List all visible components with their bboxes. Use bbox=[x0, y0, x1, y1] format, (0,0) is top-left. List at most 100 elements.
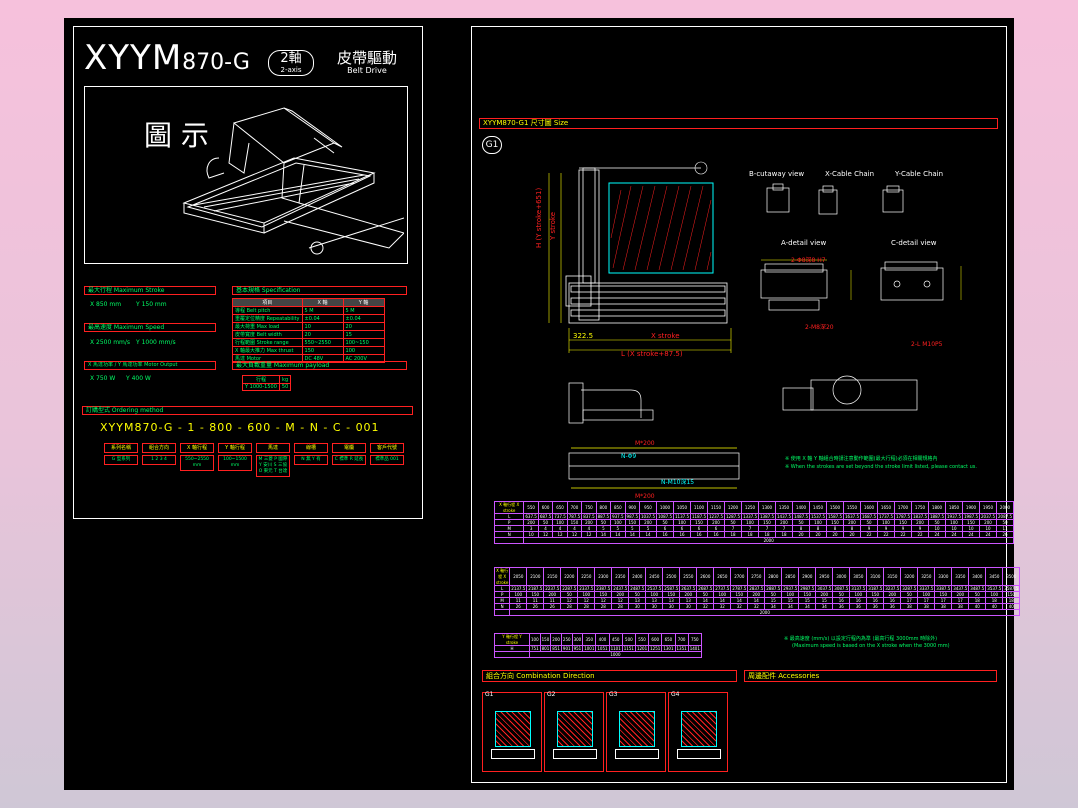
stroke-table-1-row-label: X 軸行程 X stroke bbox=[493, 501, 525, 514]
stroke-table-3-stroke-cell: 250 bbox=[560, 633, 573, 646]
axis-badge-cn: 2軸 bbox=[280, 51, 302, 66]
stroke-x: X 850 mm bbox=[90, 301, 122, 308]
spec-header-cell: X 軸 bbox=[301, 298, 344, 307]
stroke-table-1-row-label bbox=[493, 537, 525, 544]
stroke-table-1-stroke-cell: 1200 bbox=[724, 501, 742, 514]
stroke-table-1-cell: 787.5 bbox=[566, 513, 583, 520]
stroke-table-1-stroke-cell: 800 bbox=[595, 501, 612, 514]
stroke-table-1-cell: 1387.5 bbox=[758, 513, 776, 520]
stroke-table-2-stroke-cell: 3100 bbox=[866, 567, 885, 586]
stroke-table-3-cell: 751 bbox=[529, 645, 541, 652]
stroke-table-1: X 軸行程 X stroke 550 600 650 700 750 800 850 900 95… bbox=[493, 501, 1014, 544]
stroke-table-1-cell: 1187.5 bbox=[690, 513, 708, 520]
hole-spec-2: 2-M8深20 bbox=[805, 323, 834, 331]
stroke-table-3-cell: 1301 bbox=[661, 645, 676, 652]
spec-header-cell: Y 軸 bbox=[342, 298, 385, 307]
dim-n-phi9: N-Φ9 bbox=[621, 453, 636, 460]
stroke-table-3-stroke-cell: 100 bbox=[529, 633, 541, 646]
stroke-table-2-speed-row: 2000 bbox=[493, 609, 1021, 616]
spec-cell: 導程 Belt pitch bbox=[232, 306, 303, 315]
drawing-sheet: XYYM870-G 2軸 2-axis 皮帶驅動 Belt Drive 圖 示 bbox=[64, 18, 1021, 790]
stroke-table-2-stroke-cell: 2700 bbox=[730, 567, 749, 586]
stroke-table-1-cell: 1487.5 bbox=[792, 513, 810, 520]
stroke-table-2-stroke-cell: 2600 bbox=[696, 567, 715, 586]
order-code-part: N bbox=[309, 421, 319, 434]
spec-header-cell: 項目 bbox=[232, 298, 303, 307]
dimension-drawings: H (Y stroke+651) Y stroke X stroke L (X … bbox=[535, 161, 977, 500]
order-code-part: M bbox=[285, 421, 296, 434]
stroke-table-2-cell: 3237.5 bbox=[883, 585, 902, 592]
stroke-table-1-cell: 1637.5 bbox=[843, 513, 861, 520]
stroke-table-2-cell: 2987.5 bbox=[798, 585, 817, 592]
stroke-table-2-header-row: X 軸行程 X stroke 2050 2100 2150 2200 2250 2300 23… bbox=[493, 567, 1021, 586]
stroke-table-3-stroke-cell: 200 bbox=[550, 633, 562, 646]
order-column-value: C 標準 R 延長 bbox=[332, 455, 366, 465]
stroke-table-1-stroke-cell: 650 bbox=[552, 501, 568, 514]
spec-title: 基本規格 Specification bbox=[232, 286, 407, 295]
spec-cell: 5 M bbox=[342, 306, 385, 315]
stroke-table-1-stroke-cell: 1350 bbox=[775, 501, 793, 514]
note-cn: ※ 使用 X 軸 Y 軸組合時請注意動作範圍(最大行程)必須在相關規格內 bbox=[785, 455, 938, 462]
stroke-table-2-cell: 2837.5 bbox=[747, 585, 766, 592]
stroke-table-1-cell: 637.5 bbox=[523, 513, 539, 520]
drive-type-cn: 皮帶驅動 bbox=[336, 49, 397, 67]
stroke-table-3-stroke-cell: 450 bbox=[608, 633, 623, 646]
dim-m200-top: M*200 bbox=[635, 440, 655, 447]
order-separator: - bbox=[233, 421, 248, 434]
hole-spec-1: 2-Φ8深8 H7 bbox=[791, 256, 826, 264]
stroke-table-2-speed-cell: 2000 bbox=[509, 609, 1021, 616]
stroke-table-3-stroke-cell: 400 bbox=[595, 633, 610, 646]
order-column: Y 軸行程 100~1500 mm bbox=[218, 443, 252, 471]
spec-cell: X 軸最大推力 Max thrust bbox=[232, 346, 303, 355]
stroke-table-2-cell: 3387.5 bbox=[934, 585, 953, 592]
spec-cell: 15 bbox=[342, 330, 385, 339]
stroke-table-1-stroke-cell: 900 bbox=[624, 501, 641, 514]
stroke-table-1-cell: 1737.5 bbox=[877, 513, 895, 520]
note2-cn: ※ 最高速度 (mm/s) 以設定行程內為準 (最高行程 3000mm 時除外) bbox=[784, 636, 938, 642]
stroke-table-2-row-label: X 軸行程 X stroke bbox=[493, 567, 511, 586]
spec-cell: 150 bbox=[301, 346, 344, 355]
stroke-table-1-cell: 1037.5 bbox=[639, 513, 657, 520]
stroke-table-1-cell: 2087.5 bbox=[996, 513, 1014, 520]
stroke-table-2-cell: 3037.5 bbox=[815, 585, 834, 592]
spec-row: X 軸最大推力 Max thrust 150 100 bbox=[232, 346, 385, 355]
stroke-table-1-row: L 637.5 687.5 737.5 787.5 837.5 887.5 937.5 987.… bbox=[493, 513, 1014, 520]
order-column-label: 系列名稱 bbox=[104, 443, 138, 453]
order-column-value: N 無 Y 有 bbox=[294, 455, 328, 465]
order-column: 客戶代號 標準品 001 bbox=[370, 443, 404, 465]
stroke-table-2-stroke-cell: 2050 bbox=[509, 567, 528, 586]
stroke-table-1-stroke-cell: 1250 bbox=[741, 501, 759, 514]
payload-cell: 50 bbox=[278, 383, 292, 391]
stroke-table-2-cell: 3187.5 bbox=[866, 585, 885, 592]
stroke-table-3-stroke-cell: 700 bbox=[674, 633, 689, 646]
stroke-table-2-stroke-cell: 3400 bbox=[968, 567, 987, 586]
note-en: ※ When the strokes are set beyond the st… bbox=[785, 464, 977, 470]
stroke-table-1-stroke-cell: 1950 bbox=[979, 501, 997, 514]
stroke-table-2-cell: 2737.5 bbox=[713, 585, 732, 592]
order-column-value: G 型系列 bbox=[104, 455, 138, 465]
stroke-table-1-cell: 1837.5 bbox=[911, 513, 929, 520]
label-c-detail: C-detail view bbox=[891, 239, 937, 247]
stroke-table-1-stroke-cell: 2000 bbox=[996, 501, 1014, 514]
stroke-table-1-cell: 1937.5 bbox=[945, 513, 963, 520]
stroke-table-1-stroke-cell: 1650 bbox=[877, 501, 895, 514]
spec-cell: 重覆定位精度 Repeatability bbox=[232, 314, 303, 323]
stroke-table-2-stroke-cell: 3000 bbox=[832, 567, 851, 586]
stroke-y: Y 150 mm bbox=[136, 301, 167, 308]
stroke-table-1-cell: 2037.5 bbox=[979, 513, 997, 520]
stroke-table-2: X 軸行程 X stroke 2050 2100 2150 2200 2250 2300 23… bbox=[493, 567, 1021, 616]
stroke-table-1-stroke-cell: 1150 bbox=[707, 501, 725, 514]
label-x-cable: X-Cable Chain bbox=[825, 170, 874, 178]
stroke-table-2-stroke-cell: 3250 bbox=[917, 567, 936, 586]
stroke-table-3-header-row: Y 軸行程 Y stroke 100 150 200 250 300 350 400 450 50… bbox=[494, 633, 702, 646]
combo-figure bbox=[495, 711, 531, 747]
stroke-table-3-cell: 1251 bbox=[648, 645, 663, 652]
stroke-table-2-stroke-cell: 2950 bbox=[815, 567, 834, 586]
order-column-value: M 三菱 P 國際 Y 安川 S 三協 O 東元 T 台達 bbox=[256, 455, 290, 477]
order-title: 訂購型式 Ordering method bbox=[82, 406, 413, 415]
stroke-table-2-cell: 2787.5 bbox=[730, 585, 749, 592]
payload-header-row: 行程 kg bbox=[242, 375, 292, 384]
spec-cell: 550~2550 bbox=[301, 338, 344, 347]
stroke-table-3-row-label bbox=[494, 651, 530, 658]
stroke-table-3-cell: 951 bbox=[571, 645, 584, 652]
